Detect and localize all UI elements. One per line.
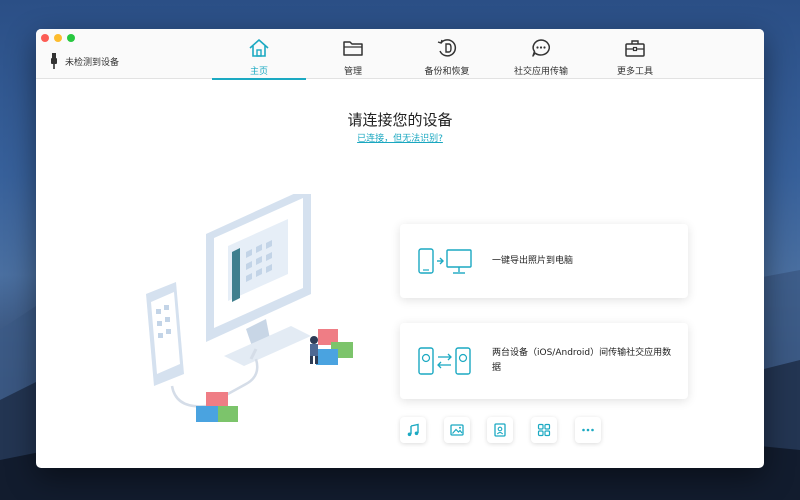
tab-home-label: 主页 [249,67,268,77]
tab-social-transfer[interactable]: 社交应用传输 [494,29,588,79]
tab-more-tools[interactable]: 更多工具 [588,29,682,79]
contacts-tool-button[interactable] [487,417,513,443]
folder-icon [343,41,363,56]
chat-bubble-icon [532,39,550,57]
tab-social-transfer-label: 社交应用传输 [513,67,568,77]
usb-icon [51,53,57,69]
device-status-text: 未检测到设备 [65,57,120,68]
connected-not-recognized-link[interactable]: 已连接，但无法识别? [36,131,764,144]
tab-more-tools-label: 更多工具 [616,67,653,77]
export-photos-card[interactable]: 一键导出照片到电脑 [400,224,688,298]
photo-tool-button[interactable] [444,417,470,443]
more-tool-button[interactable] [575,417,601,443]
tab-backup-restore-label: 备份和恢复 [424,67,470,77]
page-title: 请连接您的设备 [347,111,453,129]
export-photos-label: 一键导出照片到电脑 [492,255,574,266]
tab-manage[interactable]: 管理 [306,29,400,79]
music-icon [407,423,419,437]
photo-icon [450,424,464,436]
social-transfer-card[interactable]: 两台设备（iOS/Android）间传输社交应用数据 [400,323,688,399]
apps-icon [537,423,551,437]
tab-manage-label: 管理 [343,67,362,77]
toolbox-icon [625,40,645,57]
music-tool-button[interactable] [400,417,426,443]
phone-to-computer-icon [418,248,472,274]
apps-tool-button[interactable] [531,417,557,443]
title-bar: 未检测到设备 主页 管理 备份和恢复 社交应用传输 更多工具 [36,29,764,80]
close-window-button[interactable] [41,34,49,42]
contacts-icon [494,423,506,437]
app-window: 未检测到设备 主页 管理 备份和恢复 社交应用传输 更多工具 请连接您的设备 已… [36,29,764,468]
backup-restore-icon [437,39,457,57]
device-connection-illustration [146,194,353,422]
minimize-window-button[interactable] [54,34,62,42]
home-icon [249,39,269,57]
tab-backup-restore[interactable]: 备份和恢复 [400,29,494,79]
device-status: 未检测到设备 [50,53,119,69]
maximize-window-button[interactable] [67,34,75,42]
more-icon [582,428,594,432]
phone-to-phone-icon [418,347,471,375]
social-transfer-label: 两台设备（iOS/Android）间传输社交应用数据 [492,348,672,373]
tab-home[interactable]: 主页 [212,29,306,80]
main-content: 请连接您的设备 已连接，但无法识别? 一键导出照片到电脑 两台设备（iOS/An… [36,79,764,468]
